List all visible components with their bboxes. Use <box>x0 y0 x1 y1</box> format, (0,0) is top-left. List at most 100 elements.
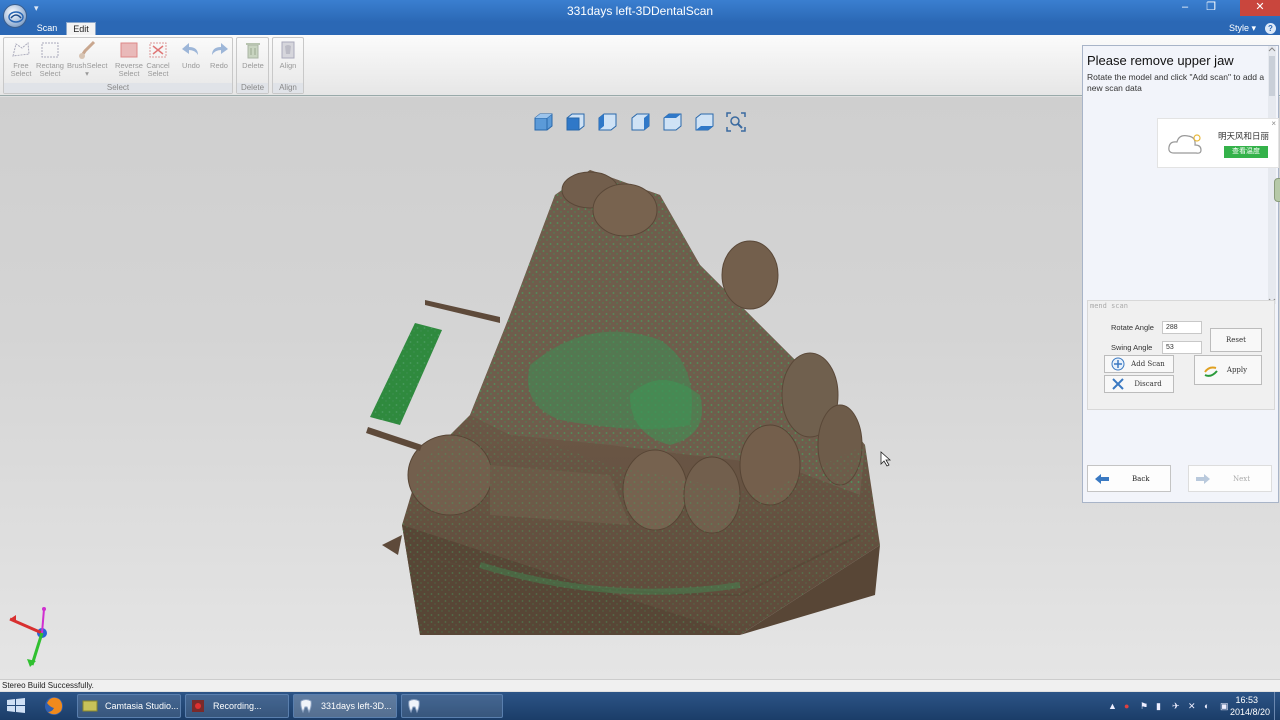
align-group: Align Align <box>272 37 304 94</box>
recording-icon <box>192 700 204 712</box>
select-group: Free Select Rectang Select BrushSelect ▾… <box>3 37 233 94</box>
status-text: Stereo Build Successfully. <box>2 681 94 690</box>
tab-scan[interactable]: Scan <box>32 22 62 35</box>
group-label: Delete <box>237 83 268 93</box>
close-button[interactable]: ✕ <box>1240 0 1280 16</box>
network-icon[interactable]: ▮ <box>1156 701 1161 712</box>
add-scan-label: Add Scan <box>1131 360 1165 368</box>
align-icon <box>281 41 295 59</box>
button-label: Align <box>279 61 297 70</box>
free-select-button[interactable]: Free Select <box>7 40 35 84</box>
scan-wizard-panel: Please remove upper jaw Rotate the model… <box>1082 45 1280 503</box>
taskbar-item-recording[interactable]: Recording... <box>185 694 289 718</box>
back-button[interactable]: Back <box>1087 465 1171 492</box>
show-desktop-button[interactable] <box>1274 692 1280 720</box>
start-button[interactable] <box>5 696 27 716</box>
trash-icon <box>246 43 260 59</box>
taskbar-item-dental-scan[interactable]: 331days left-3D... <box>293 694 397 718</box>
chevron-down-icon: ▾ <box>1251 23 1256 33</box>
undo-icon <box>182 43 198 55</box>
taskbar-item-dental-scan-2[interactable] <box>401 694 503 718</box>
check-temperature-button[interactable]: 查看温度 <box>1224 146 1268 158</box>
cloud-icon <box>1168 134 1202 154</box>
axis-triad-icon <box>9 607 47 667</box>
task-label: Recording... <box>213 701 262 711</box>
button-label: Select <box>39 69 61 78</box>
view-left-icon <box>598 113 617 131</box>
taskbar-item-camtasia[interactable]: Camtasia Studio... <box>77 694 181 718</box>
brush-select-button[interactable]: BrushSelect ▾ <box>67 40 107 84</box>
mouse-cursor-icon <box>880 451 892 467</box>
apply-button[interactable]: Apply <box>1194 355 1262 385</box>
panel-scrollbar[interactable] <box>1268 46 1276 304</box>
view-right-icon <box>631 113 650 131</box>
reverse-select-icon <box>120 42 138 58</box>
reset-button[interactable]: Reset <box>1210 328 1262 352</box>
action-center-icon[interactable]: ⚑ <box>1140 701 1148 712</box>
swing-angle-input[interactable]: 53 <box>1162 341 1202 354</box>
reverse-select-button[interactable]: Reverse Select <box>115 40 143 84</box>
align-button[interactable]: Align <box>274 40 302 84</box>
zoom-fit-icon <box>726 112 746 132</box>
style-menu[interactable]: Style ▾ <box>1229 22 1256 35</box>
rectangle-select-icon <box>41 42 59 58</box>
redo-icon <box>212 43 228 55</box>
view-front-button[interactable] <box>564 111 586 133</box>
help-icon[interactable]: ? <box>1265 23 1276 34</box>
view-iso-button[interactable] <box>532 111 554 133</box>
input-method-icon[interactable]: ▣ <box>1220 701 1229 712</box>
zoom-fit-button[interactable] <box>725 111 747 133</box>
task-label: 331days left-3D... <box>321 701 392 711</box>
apply-label: Apply <box>1226 366 1248 374</box>
application-menu-button[interactable] <box>3 4 27 28</box>
arrow-left-icon <box>1095 474 1109 484</box>
weather-text: 明天风和日丽 <box>1218 131 1270 141</box>
cancel-select-icon <box>149 42 167 58</box>
close-circle-icon[interactable]: ✕ <box>1188 701 1196 712</box>
close-icon[interactable]: × <box>1271 119 1276 128</box>
dental-scan-model[interactable] <box>360 165 890 645</box>
delete-button[interactable]: Delete <box>239 40 267 84</box>
volume-icon[interactable]: ◐ <box>1204 701 1209 711</box>
view-top-button[interactable] <box>661 111 683 133</box>
tooth-app-icon <box>408 699 420 714</box>
redo-button[interactable]: Redo <box>205 40 233 84</box>
group-label: Align <box>273 83 303 93</box>
status-bar: Stereo Build Successfully. <box>0 679 1280 691</box>
rectangle-select-button[interactable]: Rectang Select <box>36 40 64 84</box>
tooth-app-icon <box>300 699 312 714</box>
view-right-button[interactable] <box>629 111 651 133</box>
show-hidden-icons-icon[interactable]: ▲ <box>1108 701 1117 711</box>
taskbar: Camtasia Studio... Recording... 331days … <box>0 692 1280 720</box>
window-title: 331days left-3DDentalScan <box>566 4 714 18</box>
clock-time[interactable]: 16:53 <box>1235 695 1258 705</box>
undo-button[interactable]: Undo <box>177 40 205 84</box>
recording-tray-icon[interactable]: ● <box>1124 701 1129 711</box>
add-scan-button[interactable]: Add Scan <box>1104 355 1174 373</box>
discard-icon <box>1112 378 1124 390</box>
side-toggle-handle[interactable] <box>1274 178 1280 202</box>
clock-date[interactable]: 2014/8/20 <box>1230 707 1270 717</box>
button-label: Delete <box>242 61 264 70</box>
firefox-icon[interactable] <box>43 695 65 717</box>
weather-widget[interactable]: × 明天风和日丽 查看温度 <box>1157 118 1279 168</box>
app-logo-icon <box>8 11 24 23</box>
rotate-angle-label: Rotate Angle <box>1111 323 1154 332</box>
discard-label: Discard <box>1134 380 1162 388</box>
button-label: Select <box>10 69 32 78</box>
next-button[interactable]: Next <box>1188 465 1272 492</box>
view-bottom-icon <box>695 113 714 131</box>
mend-scan-box: mend scan Rotate Angle 288 Swing Angle 5… <box>1087 300 1275 410</box>
tab-edit[interactable]: Edit <box>66 22 96 35</box>
minimize-button[interactable]: – <box>1174 0 1196 16</box>
swing-angle-label: Swing Angle <box>1111 343 1153 352</box>
view-bottom-button[interactable] <box>693 111 715 133</box>
cancel-select-button[interactable]: Cancel Select <box>144 40 172 84</box>
rotate-angle-input[interactable]: 288 <box>1162 321 1202 334</box>
restore-button[interactable]: ❐ <box>1200 0 1222 16</box>
scan-box-title: mend scan <box>1090 302 1128 310</box>
view-left-button[interactable] <box>596 111 618 133</box>
airplane-icon[interactable]: ✈ <box>1172 701 1180 712</box>
discard-button[interactable]: Discard <box>1104 375 1174 393</box>
apply-icon <box>1204 366 1218 377</box>
